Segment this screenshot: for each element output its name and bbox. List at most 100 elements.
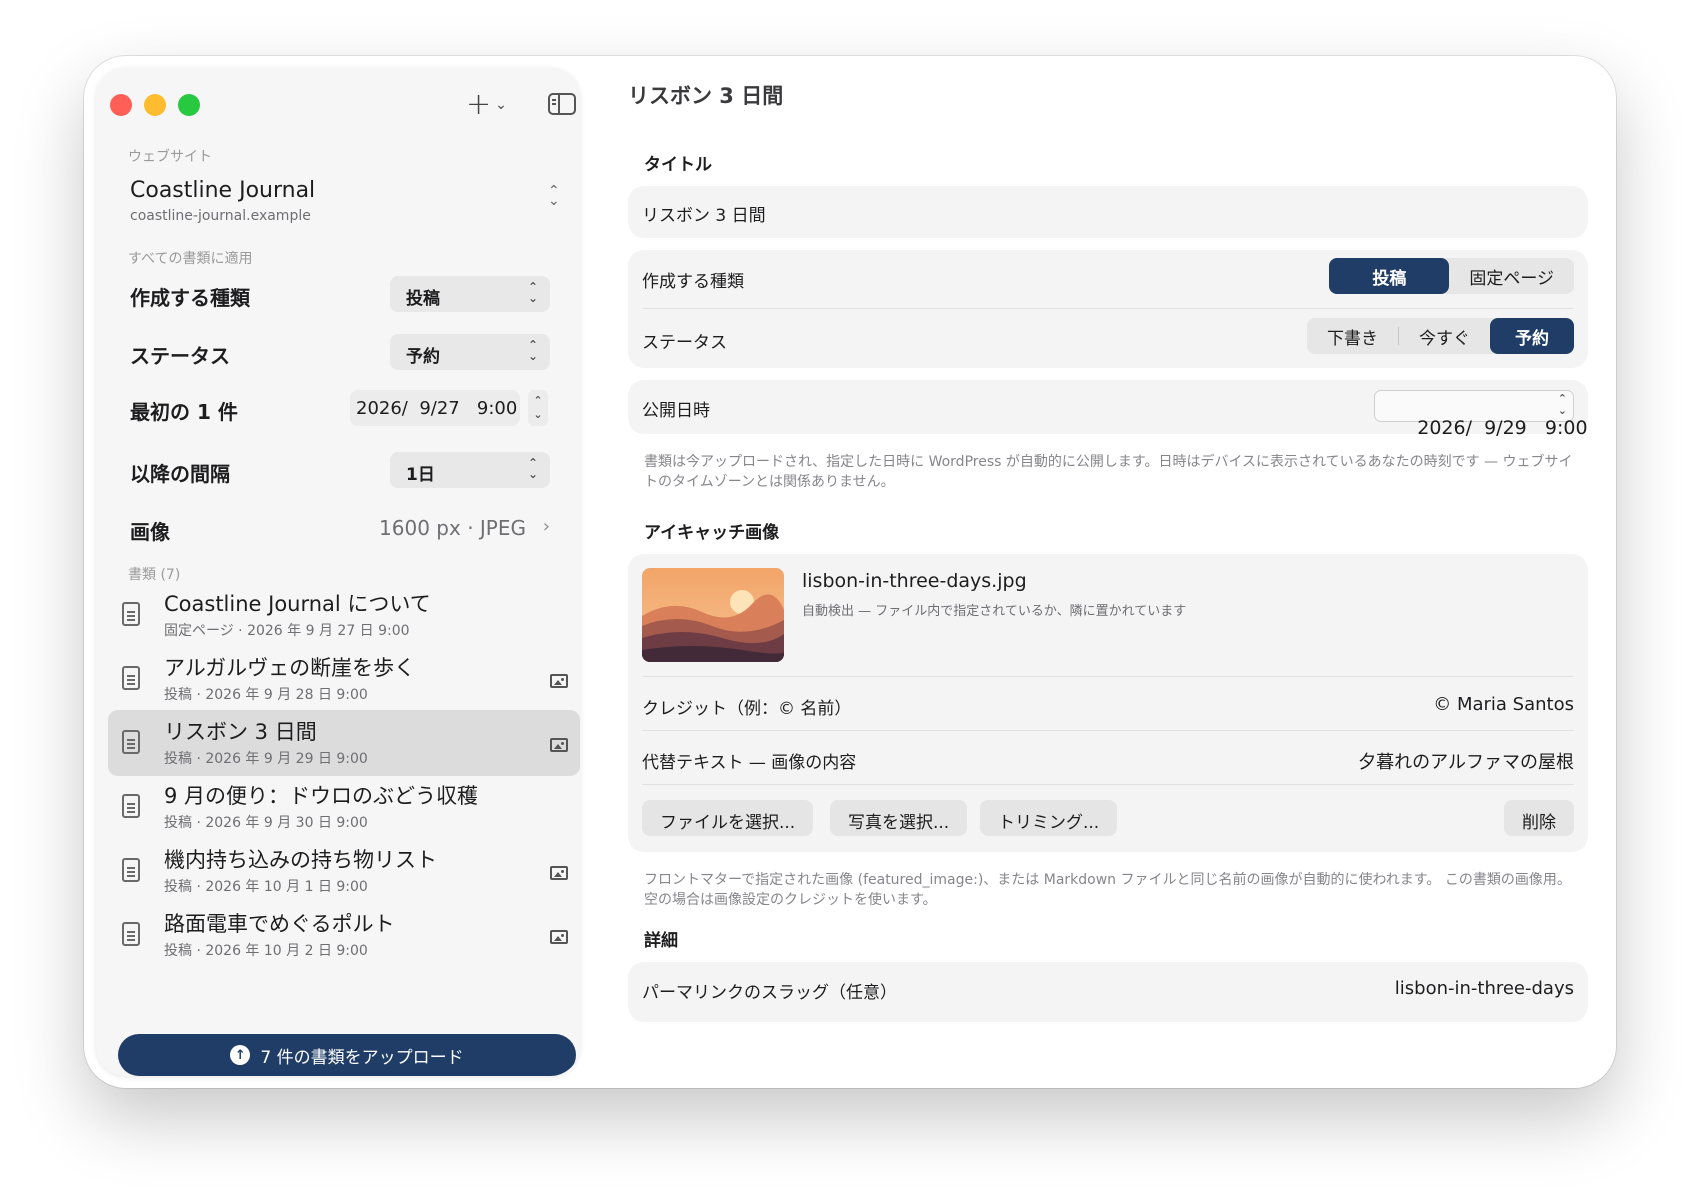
document-list-item[interactable]: 9 月の便り：ドウロのぶどう収穫投稿 · 2026 年 9 月 30 日 9:0… (108, 774, 580, 840)
document-title: アルガルヴェの断崖を歩く (164, 656, 416, 680)
first-date-stepper[interactable]: ⌃ ⌄ (528, 390, 548, 426)
document-meta: 投稿 · 2026 年 9 月 28 日 9:00 (164, 687, 368, 703)
document-icon (122, 858, 140, 882)
details-heading: 詳細 (644, 931, 678, 951)
kind-popup-value: 投稿 (406, 289, 440, 309)
first-date-field[interactable]: 2026/ 9/27 9:00 (350, 390, 520, 426)
card-divider (642, 676, 1574, 677)
slug-field[interactable]: lisbon-in-three-days (1395, 978, 1574, 999)
kind-segmented-control: 投稿 固定ページ (1329, 258, 1574, 294)
slug-label: パーマリンクのスラッグ（任意） (642, 983, 897, 1003)
setting-interval-row: 以降の間隔 1日 ⌃ ⌄ (130, 450, 550, 490)
alt-text-label: 代替テキスト — 画像の内容 (642, 753, 857, 773)
interval-popup[interactable]: 1日 ⌃ ⌄ (390, 452, 550, 488)
document-icon (122, 666, 140, 690)
setting-first-row: 最初の 1 件 2026/ 9/27 9:00 ⌃ ⌄ (130, 388, 550, 428)
chevron-right-icon: › (542, 516, 550, 537)
sidebar-toggle-icon[interactable] (548, 93, 576, 115)
kind-option-page[interactable]: 固定ページ (1449, 258, 1574, 294)
app-window: + ⌄ ウェブサイト Coastline Journal coastline-j… (84, 56, 1616, 1088)
card-divider (642, 308, 1574, 309)
document-list-item[interactable]: 機内持ち込みの持ち物リスト 投稿 · 2026 年 10 月 1 日 9:00 (108, 838, 580, 904)
setting-kind-row: 作成する種類 投稿 ⌃ ⌄ (130, 274, 550, 314)
interval-popup-value: 1日 (406, 465, 435, 485)
upload-button[interactable]: ↑ 7 件の書類をアップロード (118, 1034, 576, 1076)
delete-button[interactable]: 削除 (1504, 800, 1574, 836)
status-option-draft[interactable]: 下書き (1307, 318, 1398, 354)
zoom-window-button[interactable] (178, 94, 200, 116)
photo-icon (550, 738, 568, 752)
up-down-chevron-icon: ⌃ ⌄ (548, 183, 560, 209)
setting-kind-label: 作成する種類 (130, 286, 250, 310)
title-field[interactable]: リスボン 3 日間 (628, 186, 1588, 238)
up-down-chevron-icon: ⌃ ⌄ (527, 280, 538, 305)
title-field-value: リスボン 3 日間 (642, 206, 766, 226)
document-meta: 投稿 · 2026 年 9 月 30 日 9:00 (164, 815, 368, 831)
document-list-item[interactable]: Coastline Journal について固定ページ · 2026 年 9 月… (108, 582, 580, 648)
sunset-hills-image (642, 568, 784, 662)
kind-popup[interactable]: 投稿 ⌃ ⌄ (390, 276, 550, 312)
close-window-button[interactable] (110, 94, 132, 116)
add-menu-button[interactable]: + ⌄ (466, 88, 507, 122)
status-popup[interactable]: 予約 ⌃ ⌄ (390, 334, 550, 370)
document-title: 路面電車でめぐるポルト (164, 912, 395, 936)
document-title: Coastline Journal について (164, 592, 431, 616)
title-heading: タイトル (644, 155, 712, 175)
documents-caption: 書類 (7) (128, 567, 181, 583)
apply-caption: すべての書類に適用 (128, 251, 253, 267)
kind-label: 作成する種類 (642, 272, 744, 292)
setting-first-label: 最初の 1 件 (130, 400, 238, 424)
choose-photo-button[interactable]: 写真を選択... (830, 800, 968, 836)
document-meta: 固定ページ · 2026 年 9 月 27 日 9:00 (164, 623, 410, 639)
kind-option-post[interactable]: 投稿 (1329, 258, 1450, 294)
publish-date-stepper[interactable]: ⌃ ⌄ (1558, 393, 1567, 417)
document-icon (122, 922, 140, 946)
publish-note: 書類は今アップロードされ、指定した日時に WordPress が自動的に公開しま… (644, 454, 1573, 490)
choose-file-button[interactable]: ファイルを選択... (642, 800, 814, 836)
sidebar: + ⌄ ウェブサイト Coastline Journal coastline-j… (96, 68, 580, 1076)
featured-image-thumbnail (642, 568, 784, 662)
trim-button[interactable]: トリミング... (980, 800, 1118, 836)
upload-button-label: 7 件の書類をアップロード (260, 1047, 464, 1068)
publish-date-field[interactable]: 2026/ 9/29 9:00 ⌃ ⌄ (1374, 390, 1588, 439)
photo-icon (550, 866, 568, 880)
document-meta: 投稿 · 2026 年 10 月 2 日 9:00 (164, 943, 368, 959)
setting-status-row: ステータス 予約 ⌃ ⌄ (130, 332, 550, 372)
credit-field[interactable]: © Maria Santos (1433, 694, 1574, 715)
featured-image-card: lisbon-in-three-days.jpg 自動検出 — ファイル内で指定… (628, 554, 1588, 852)
document-icon (122, 602, 140, 626)
site-name: Coastline Journal (130, 178, 316, 203)
document-title: リスボン 3 日間 (164, 720, 317, 744)
photo-icon (550, 674, 568, 688)
document-title: 9 月の便り：ドウロのぶどう収穫 (164, 784, 479, 808)
setting-image-row[interactable]: 画像 1600 px · JPEG › (130, 508, 550, 548)
publish-date-value: 2026/ 9/29 9:00 (1417, 417, 1588, 439)
document-list-item[interactable]: アルガルヴェの断崖を歩く投稿 · 2026 年 9 月 28 日 9:00 (108, 646, 580, 712)
credit-label: クレジット（例：© 名前） (642, 699, 852, 719)
document-list-item[interactable]: 路面電車でめぐるポルト投稿 · 2026 年 10 月 2 日 9:00 (108, 902, 580, 968)
status-segmented-control: 下書き 今すぐ 予約 (1307, 318, 1574, 354)
featured-file-name: lisbon-in-three-days.jpg (802, 570, 1027, 592)
minimize-window-button[interactable] (144, 94, 166, 116)
document-meta: 投稿 · 2026 年 9 月 29 日 9:00 (164, 751, 368, 767)
featured-note: フロントマターで指定された画像 (featured_image:)、または Ma… (644, 872, 1571, 908)
status-option-scheduled[interactable]: 予約 (1490, 318, 1574, 354)
document-title: 機内持ち込みの持ち物リスト (164, 848, 437, 872)
chevron-down-icon: ⌄ (495, 97, 507, 113)
up-down-chevron-icon: ⌃ ⌄ (527, 456, 538, 481)
document-icon (122, 730, 140, 754)
document-list-item[interactable]: リスボン 3 日間投稿 · 2026 年 9 月 29 日 9:00 (108, 710, 580, 776)
arrow-up-circle-icon: ↑ (230, 1045, 251, 1065)
setting-interval-label: 以降の間隔 (130, 462, 230, 486)
kind-status-card: 作成する種類 投稿 固定ページ ステータス 下書き 今すぐ 予約 (628, 250, 1588, 368)
publish-date-label: 公開日時 (642, 401, 710, 421)
card-divider (642, 784, 1574, 785)
featured-image-heading: アイキャッチ画像 (644, 523, 780, 543)
status-label: ステータス (642, 333, 727, 353)
alt-text-field[interactable]: 夕暮れのアルファマの屋根 (1358, 748, 1574, 774)
card-divider (642, 730, 1574, 731)
image-settings-value: 1600 px · JPEG (379, 516, 526, 540)
plus-icon: + (466, 87, 492, 122)
status-option-now[interactable]: 今すぐ (1399, 318, 1490, 354)
up-down-chevron-icon: ⌃ ⌄ (527, 338, 538, 363)
